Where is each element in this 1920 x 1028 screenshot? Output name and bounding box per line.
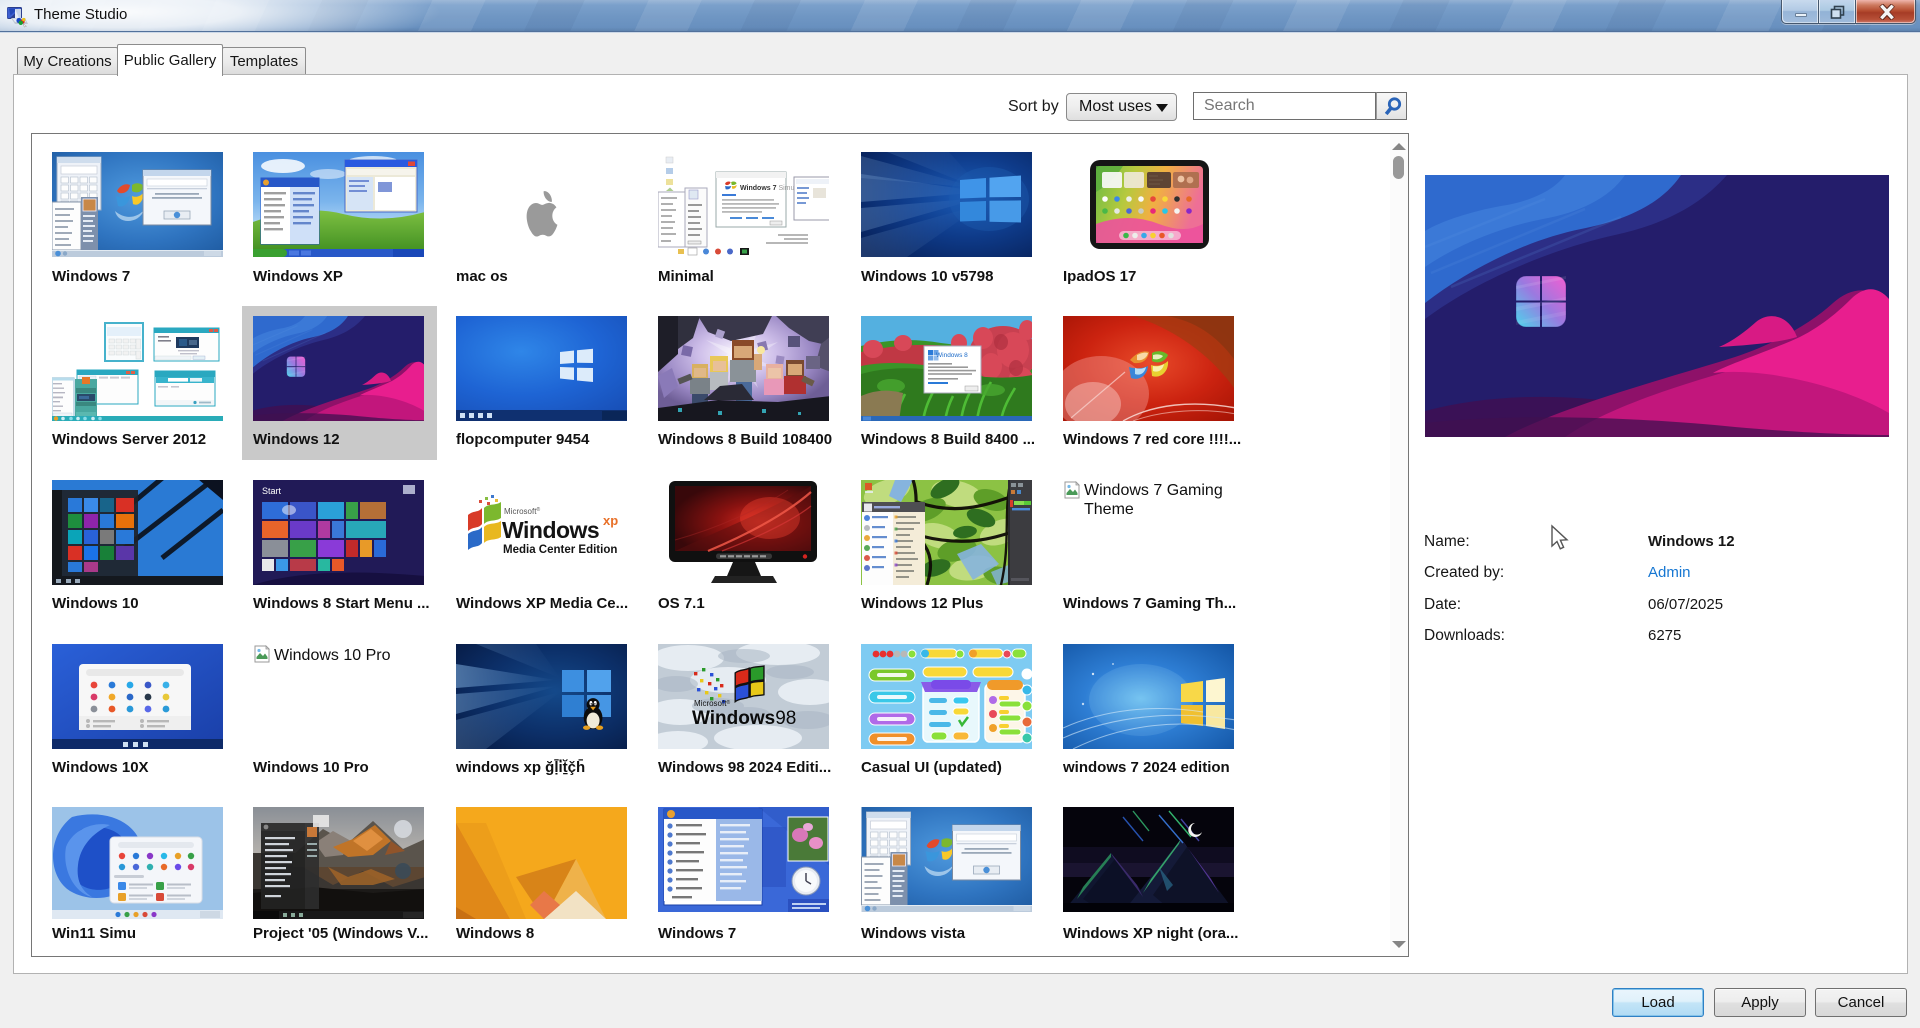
svg-text:xp: xp (603, 513, 618, 528)
svg-text:Media Center Edition: Media Center Edition (503, 544, 617, 556)
svg-text:Start: Start (262, 486, 282, 496)
svg-text:Windows98: Windows98 (692, 708, 796, 729)
svg-text:Windows 8: Windows 8 (936, 352, 968, 359)
svg-text:Windows: Windows (502, 517, 599, 543)
svg-text:Microsoft®: Microsoft® (694, 699, 730, 708)
svg-text:Microsoft®: Microsoft® (504, 506, 540, 516)
